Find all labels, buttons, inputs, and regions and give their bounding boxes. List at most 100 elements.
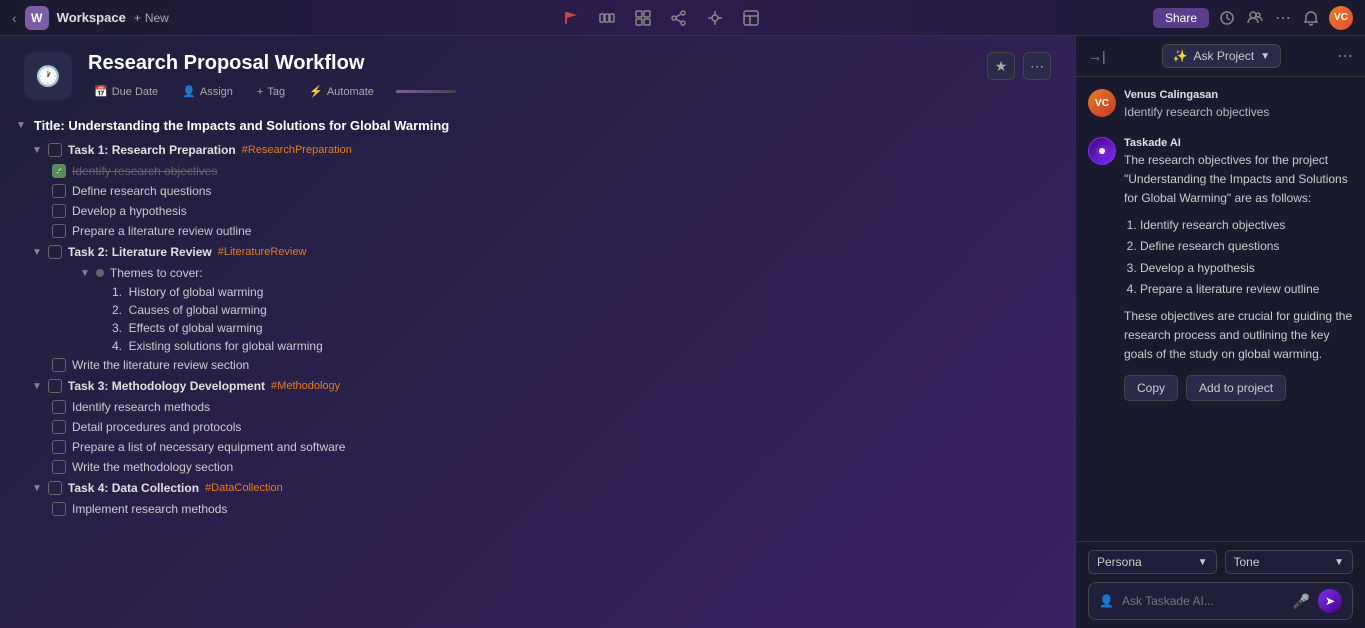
mic-icon[interactable]: 🎤: [1293, 593, 1310, 610]
subtask5-label: Write the literature review section: [72, 358, 249, 372]
tone-selector[interactable]: Tone ▼: [1225, 550, 1354, 574]
workspace-logo: W: [25, 6, 49, 30]
subtask3-checkbox[interactable]: [52, 204, 66, 218]
ask-input[interactable]: [1122, 594, 1285, 608]
user-message-text: Identify research objectives: [1124, 103, 1353, 121]
user-message-author: Venus Calingasan: [1124, 89, 1353, 101]
automate-button[interactable]: ⚡ Automate: [303, 83, 380, 100]
subtask10-checkbox[interactable]: [52, 502, 66, 516]
subtask7-label: Detail procedures and protocols: [72, 420, 241, 434]
assign-button[interactable]: 👤 Assign: [176, 83, 239, 100]
person-icon: 👤: [182, 85, 196, 98]
panel-more-icon[interactable]: ⋯: [1337, 46, 1353, 66]
add-to-project-button[interactable]: Add to project: [1186, 375, 1286, 401]
task3-checkbox[interactable]: [48, 379, 62, 393]
ask-project-button[interactable]: ✨ Ask Project ▼: [1162, 44, 1282, 68]
subtask-item[interactable]: Prepare a literature review outline: [52, 221, 1059, 241]
persona-selector[interactable]: Persona ▼: [1088, 550, 1217, 574]
bullet-header[interactable]: ▼ Themes to cover:: [80, 263, 1059, 283]
subtask-item[interactable]: Define research questions: [52, 181, 1059, 201]
due-date-button[interactable]: 📅 Due Date: [88, 83, 164, 100]
subtask3-label: Develop a hypothesis: [72, 204, 187, 218]
user-message-content: Venus Calingasan Identify research objec…: [1124, 89, 1353, 121]
subtask6-checkbox[interactable]: [52, 400, 66, 414]
subtask9-checkbox[interactable]: [52, 460, 66, 474]
ask-input-row: 👤 🎤 ➤: [1088, 582, 1353, 620]
subtask2-label: Define research questions: [72, 184, 211, 198]
task-1-header[interactable]: ▼ Task 1: Research Preparation #Research…: [32, 139, 1059, 161]
subtask-item[interactable]: Identify research methods: [52, 397, 1059, 417]
subtask8-checkbox[interactable]: [52, 440, 66, 454]
numbered-list: 1. History of global warming 2. Causes o…: [112, 283, 1059, 355]
columns-icon[interactable]: [597, 8, 617, 28]
subtask-item[interactable]: Detail procedures and protocols: [52, 417, 1059, 437]
task4-chevron-icon: ▼: [32, 483, 42, 494]
subtask5-checkbox[interactable]: [52, 358, 66, 372]
list-item: Define research questions: [1140, 236, 1353, 258]
flag-icon[interactable]: [561, 8, 581, 28]
section-title[interactable]: ▼ Title: Understanding the Impacts and S…: [16, 112, 1059, 139]
right-panel-header: →| ✨ Ask Project ▼ ⋯: [1076, 36, 1365, 77]
task2-subtasks: ▼ Themes to cover: 1. History of global …: [52, 263, 1059, 375]
ai-response-text: The research objectives for the project …: [1124, 151, 1353, 365]
task4-tag[interactable]: #DataCollection: [205, 482, 283, 494]
copy-button[interactable]: Copy: [1124, 375, 1178, 401]
share-button[interactable]: Share: [1153, 8, 1209, 28]
project-toolbar: 📅 Due Date 👤 Assign + Tag ⚡ Automate: [88, 83, 971, 100]
subtask-item[interactable]: Develop a hypothesis: [52, 201, 1059, 221]
task2-checkbox[interactable]: [48, 245, 62, 259]
nav-left: ‹ W Workspace + New: [12, 6, 169, 30]
task2-tag[interactable]: #LiteratureReview: [218, 246, 307, 258]
more-nav-icon[interactable]: ⋯: [1273, 8, 1293, 28]
task-2-header[interactable]: ▼ Task 2: Literature Review #LiteratureR…: [32, 241, 1059, 263]
tag-button[interactable]: + Tag: [251, 84, 291, 100]
subtask4-label: Prepare a literature review outline: [72, 224, 251, 238]
layout-icon[interactable]: [741, 8, 761, 28]
subtask-item[interactable]: Write the literature review section: [52, 355, 1059, 375]
toolbar-divider: [396, 90, 456, 93]
persona-chevron-icon: ▼: [1198, 557, 1208, 568]
ai-message-content: Taskade AI The research objectives for t…: [1124, 137, 1353, 401]
subtask1-label: Identify research objectives: [72, 164, 217, 178]
task-3-header[interactable]: ▼ Task 3: Methodology Development #Metho…: [32, 375, 1059, 397]
left-panel: 🕐 Research Proposal Workflow 📅 Due Date …: [0, 36, 1075, 628]
project-more-button[interactable]: ⋯: [1023, 52, 1051, 80]
task1-checkbox[interactable]: [48, 143, 62, 157]
subtask-item[interactable]: Implement research methods: [52, 499, 1059, 519]
task-group-4: ▼ Task 4: Data Collection #DataCollectio…: [32, 477, 1059, 519]
task1-tag[interactable]: #ResearchPreparation: [242, 144, 352, 156]
network-icon[interactable]: [705, 8, 725, 28]
task-4-header[interactable]: ▼ Task 4: Data Collection #DataCollectio…: [32, 477, 1059, 499]
collapse-panel-icon[interactable]: →|: [1088, 48, 1106, 64]
task1-label: Task 1: Research Preparation: [68, 143, 236, 157]
activity-icon[interactable]: [1217, 8, 1237, 28]
nav-prev-icon[interactable]: ‹: [12, 10, 17, 26]
new-button[interactable]: + New: [134, 11, 169, 25]
subtask7-checkbox[interactable]: [52, 420, 66, 434]
send-button[interactable]: ➤: [1318, 589, 1342, 613]
subtask6-label: Identify research methods: [72, 400, 210, 414]
subtask1-checkbox[interactable]: [52, 164, 66, 178]
chevron-down-icon: ▼: [1260, 51, 1270, 62]
ai-response-list: Identify research objectives Define rese…: [1140, 215, 1353, 301]
project-title: Research Proposal Workflow: [88, 52, 971, 75]
subtask-item[interactable]: Identify research objectives: [52, 161, 1059, 181]
user-message-avatar: VC: [1088, 89, 1116, 117]
subtask-item[interactable]: Write the methodology section: [52, 457, 1059, 477]
task3-tag[interactable]: #Methodology: [271, 380, 340, 392]
project-title-area: Research Proposal Workflow 📅 Due Date 👤 …: [88, 52, 971, 100]
selector-row: Persona ▼ Tone ▼: [1088, 550, 1353, 574]
members-icon[interactable]: [1245, 8, 1265, 28]
subtask-item[interactable]: Prepare a list of necessary equipment an…: [52, 437, 1059, 457]
subtask2-checkbox[interactable]: [52, 184, 66, 198]
task4-checkbox[interactable]: [48, 481, 62, 495]
nav-center-icons: [169, 8, 1153, 28]
star-button[interactable]: ★: [987, 52, 1015, 80]
subtask4-checkbox[interactable]: [52, 224, 66, 238]
user-avatar[interactable]: VC: [1329, 6, 1353, 30]
bullet-chevron-icon: ▼: [80, 268, 90, 279]
share-icon[interactable]: [669, 8, 689, 28]
lightning-icon: ⚡: [309, 85, 323, 98]
notifications-icon[interactable]: [1301, 8, 1321, 28]
grid-icon[interactable]: [633, 8, 653, 28]
